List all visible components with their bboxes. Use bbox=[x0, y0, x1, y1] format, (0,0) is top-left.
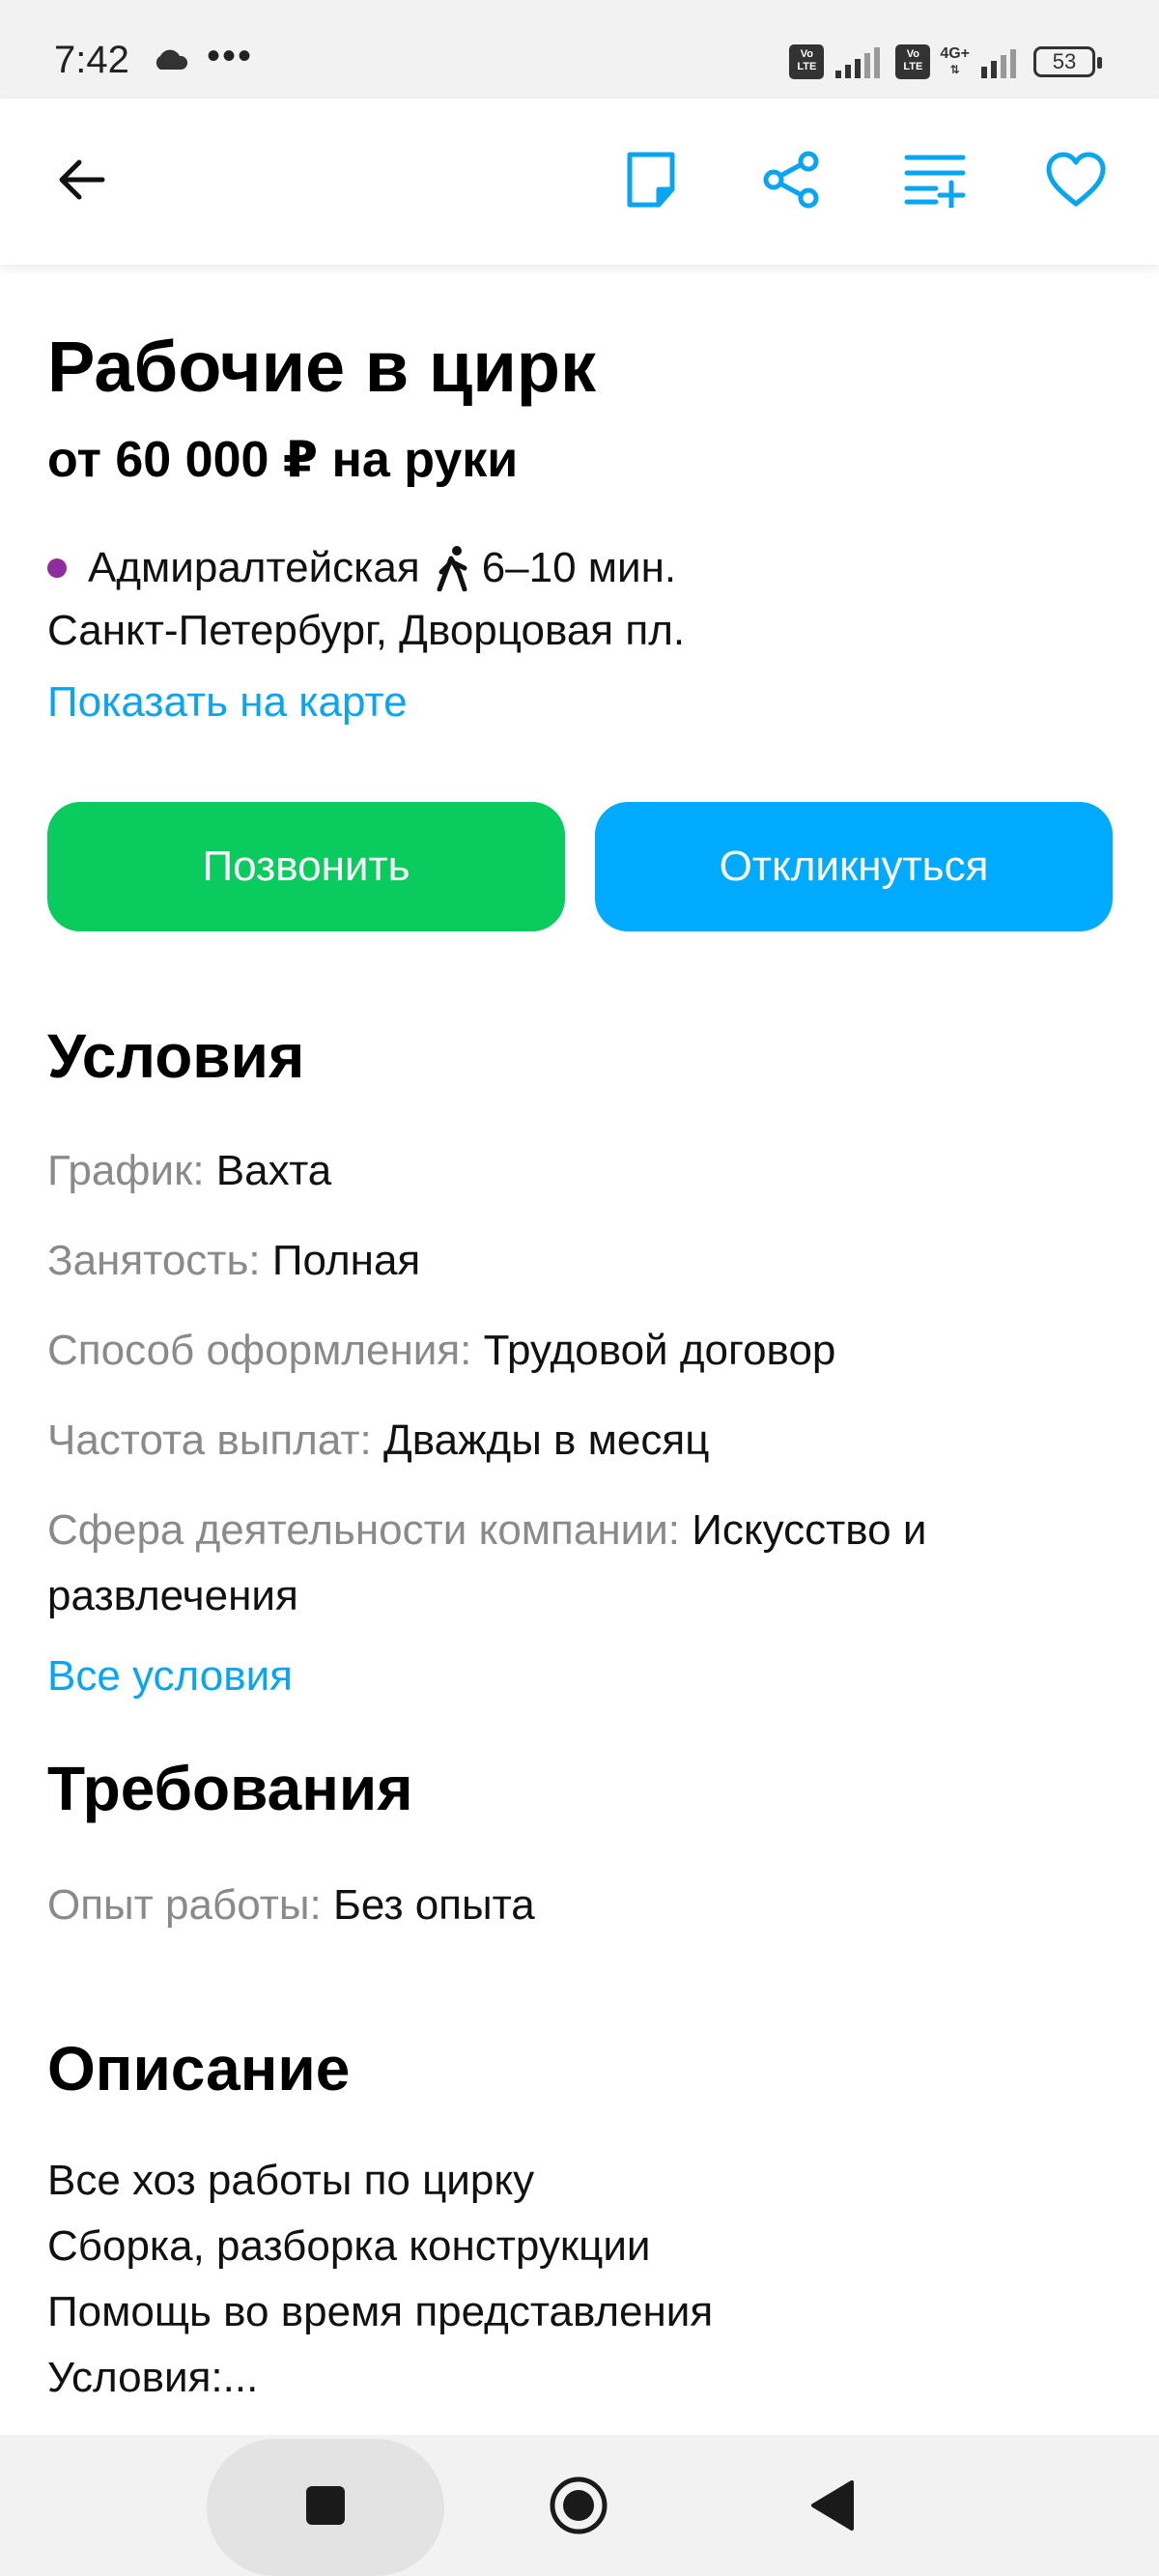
compare-button[interactable] bbox=[896, 141, 974, 218]
show-on-map-link[interactable]: Показать на карте bbox=[47, 678, 408, 727]
signal-icon bbox=[835, 47, 881, 78]
description-line: Сборка, разборка конструкции bbox=[47, 2222, 651, 2270]
battery-indicator: 53 bbox=[1033, 46, 1102, 77]
walking-icon bbox=[437, 546, 467, 591]
description-title: Описание bbox=[47, 2034, 351, 2104]
signal-icon-2 bbox=[981, 49, 1016, 78]
app-bar bbox=[0, 99, 1159, 265]
walk-time: 6–10 мин. bbox=[481, 544, 677, 591]
requirements-title: Требования bbox=[47, 1754, 413, 1823]
condition-key: Сфера деятельности компании: bbox=[47, 1506, 681, 1554]
status-bar: 7:42 ••• Vo LTE Vo LTE 4G+ ⇅ 53 bbox=[0, 0, 1159, 99]
status-time: 7:42 bbox=[54, 39, 129, 81]
address: Санкт-Петербург, Дворцовая пл. bbox=[47, 607, 686, 654]
volte-icon: Vo LTE bbox=[789, 44, 825, 79]
condition-row: Занятость: Полная bbox=[47, 1228, 1110, 1294]
all-conditions-link[interactable]: Все условия bbox=[47, 1652, 293, 1701]
back-nav-button[interactable] bbox=[783, 2457, 880, 2554]
apply-button[interactable]: Откликнуться bbox=[595, 802, 1113, 931]
more-notifications-icon: ••• bbox=[207, 35, 254, 77]
note-icon bbox=[627, 152, 675, 208]
system-nav-bar bbox=[0, 2435, 1159, 2576]
description-line: Все хоз работы по цирку bbox=[47, 2157, 535, 2204]
condition-value: Полная bbox=[271, 1237, 421, 1284]
description-line: Условия:... bbox=[47, 2354, 259, 2401]
network-type: 4G+ bbox=[940, 45, 970, 62]
vacancy-salary: от 60 000 ₽ на руки bbox=[47, 432, 519, 488]
requirement-value: Без опыта bbox=[332, 1881, 535, 1929]
data-arrows-icon: ⇅ bbox=[949, 63, 960, 76]
metro-station: Адмиралтейская bbox=[88, 544, 420, 591]
condition-key: Занятость: bbox=[47, 1237, 261, 1284]
metro-line-dot bbox=[47, 558, 67, 578]
condition-value: Дважды в месяц bbox=[382, 1417, 710, 1464]
condition-key: График: bbox=[47, 1147, 205, 1194]
condition-value: Вахта bbox=[215, 1147, 332, 1194]
requirement-key: Опыт работы: bbox=[47, 1881, 322, 1929]
share-button[interactable] bbox=[753, 141, 831, 218]
metro-info: Адмиралтейская 6–10 мин. bbox=[47, 541, 676, 595]
note-button[interactable] bbox=[612, 141, 690, 218]
recents-button[interactable] bbox=[277, 2457, 374, 2554]
vacancy-title: Рабочие в цирк bbox=[47, 327, 597, 407]
condition-row: Частота выплат: Дважды в месяц bbox=[47, 1408, 1110, 1474]
condition-row: Сфера деятельности компании: Искусство и… bbox=[47, 1498, 1110, 1629]
conditions-title: Условия bbox=[47, 1021, 305, 1091]
condition-row: График: Вахта bbox=[47, 1138, 1110, 1204]
back-button[interactable] bbox=[42, 141, 120, 218]
cloud-icon bbox=[151, 48, 189, 76]
condition-key: Частота выплат: bbox=[47, 1417, 372, 1464]
home-button[interactable] bbox=[530, 2457, 627, 2554]
condition-row: Способ оформления: Трудовой договор bbox=[47, 1318, 1110, 1384]
heart-icon bbox=[1046, 152, 1106, 207]
share-icon bbox=[763, 151, 819, 209]
home-circle-icon bbox=[550, 2476, 608, 2534]
condition-value: Трудовой договор bbox=[483, 1327, 836, 1374]
favorite-button[interactable] bbox=[1037, 141, 1115, 218]
status-indicators: Vo LTE Vo LTE 4G+ ⇅ 53 bbox=[789, 44, 1102, 79]
network-indicator: 4G+ ⇅ bbox=[940, 46, 970, 77]
condition-key: Способ оформления: bbox=[47, 1327, 472, 1374]
description-line: Помощь во время представления bbox=[47, 2288, 714, 2335]
requirement-row: Опыт работы: Без опыта bbox=[47, 1873, 1110, 1938]
call-button[interactable]: Позвонить bbox=[47, 802, 565, 931]
back-triangle-icon bbox=[811, 2480, 854, 2531]
recents-square-icon bbox=[306, 2486, 345, 2525]
playlist-add-icon bbox=[904, 155, 966, 208]
volte-icon-2: Vo LTE bbox=[895, 44, 931, 79]
arrow-left-icon bbox=[59, 159, 105, 200]
